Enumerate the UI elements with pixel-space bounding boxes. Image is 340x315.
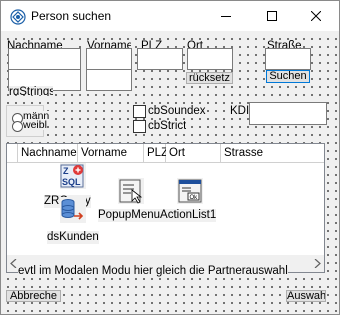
- maximize-button[interactable]: [249, 1, 295, 31]
- close-button[interactable]: [293, 1, 339, 31]
- sql-query-icon: Z SQL: [60, 164, 84, 188]
- vorname-input[interactable]: [86, 48, 132, 70]
- popupmenu-label: PopupMenuActionList1: [98, 209, 217, 222]
- svg-text:Ok: Ok: [190, 195, 199, 201]
- action-list-icon: Ok: [178, 179, 202, 203]
- grid-header-strasse[interactable]: Strasse: [221, 144, 324, 163]
- zrquery-component[interactable]: Z SQL: [60, 163, 86, 189]
- actionlist-component[interactable]: Ok: [177, 178, 203, 204]
- soundex-checkbox[interactable]: [133, 105, 146, 118]
- reset-button[interactable]: rücksetz: [186, 72, 233, 84]
- select-button[interactable]: Auswah: [286, 290, 326, 302]
- dialog-window: Person suchen Nachname Vorname PLZ Ort S…: [0, 0, 340, 315]
- radio-female-label: weibl: [23, 120, 47, 130]
- kdid-input[interactable]: [249, 102, 327, 125]
- grid-indicator-column: [7, 144, 18, 163]
- app-icon: [10, 9, 26, 25]
- datasource-icon: [61, 199, 84, 220]
- radio-female[interactable]: [12, 121, 23, 132]
- svg-text:SQL: SQL: [62, 177, 81, 187]
- search-button[interactable]: Suchen: [266, 70, 310, 83]
- grid-header-vorname[interactable]: Vorname: [78, 144, 144, 163]
- soundex-label: cbSoundex: [148, 105, 206, 118]
- window-title: Person suchen: [31, 9, 112, 23]
- popup-menu-icon: [119, 179, 143, 204]
- cancel-button[interactable]: Abbreche: [6, 290, 61, 302]
- scroll-left-icon: [10, 259, 17, 268]
- ort-input[interactable]: [187, 48, 233, 70]
- svg-text:Z: Z: [63, 166, 69, 176]
- grid-header-nachname[interactable]: Nachname: [18, 144, 78, 163]
- popupmenu-component[interactable]: [118, 178, 144, 204]
- vorname-input-2[interactable]: [86, 69, 132, 91]
- scroll-right-icon: [314, 259, 321, 268]
- strasse-input[interactable]: [265, 48, 311, 70]
- maximize-icon: [267, 11, 277, 21]
- nachname-input[interactable]: [8, 48, 81, 70]
- minimize-button[interactable]: [203, 1, 249, 31]
- form-client-area: Nachname Vorname PLZ Ort Straße rücksetz…: [1, 32, 339, 314]
- strict-label: cbStrict: [148, 120, 187, 133]
- title-bar: Person suchen: [1, 1, 339, 31]
- plz-input[interactable]: [137, 48, 183, 70]
- grid-header-ort[interactable]: Ort: [166, 144, 221, 163]
- rgstrings-label: rgStrings: [9, 86, 53, 95]
- grid-header-plz[interactable]: PLZ: [144, 144, 168, 163]
- dskunden-label: dsKunden: [47, 231, 99, 244]
- gender-radio-group: männ weibl: [6, 105, 50, 137]
- note-label: evtl im Modalen Modu hier gleich die Par…: [18, 265, 288, 278]
- strict-checkbox[interactable]: [133, 120, 146, 133]
- minimize-icon: [221, 16, 231, 17]
- dskunden-component[interactable]: [60, 197, 86, 223]
- close-icon: [311, 11, 321, 21]
